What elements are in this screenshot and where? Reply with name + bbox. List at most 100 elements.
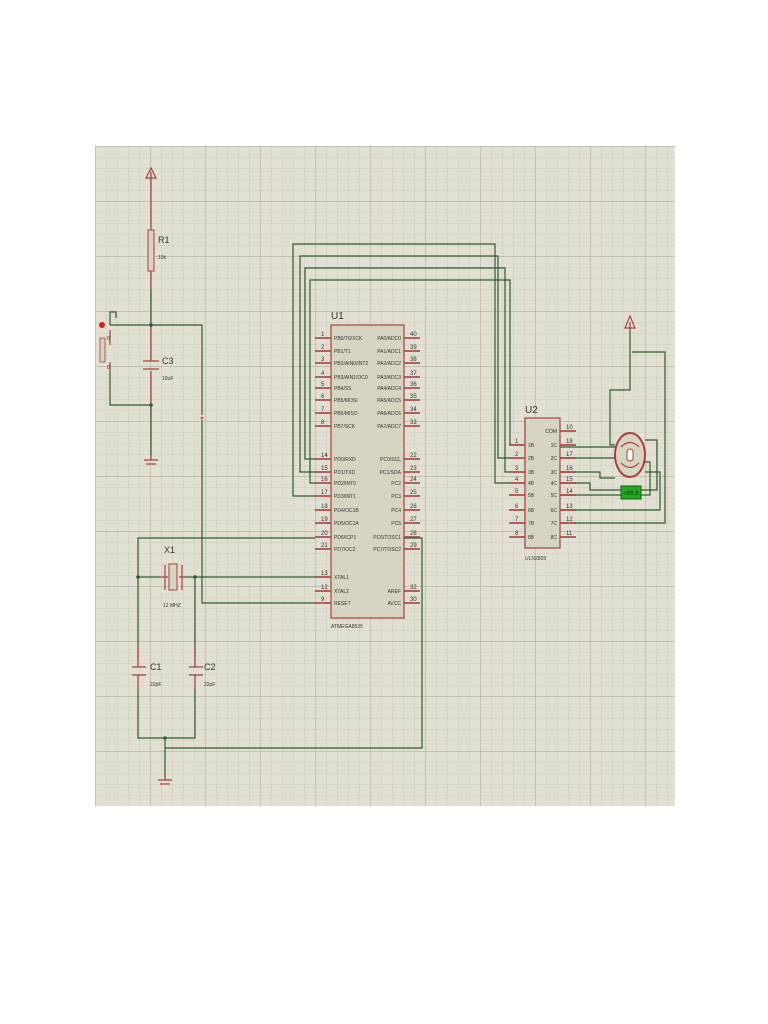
switch-contact-label: 0 [107, 336, 110, 342]
pin-name: RESET [334, 601, 351, 607]
pin-number: 23 [410, 466, 417, 472]
pin-name: 7B [528, 521, 535, 527]
pin-number: 15 [321, 466, 328, 472]
c2-value: 22pF [204, 682, 215, 688]
pin-number: 24 [410, 477, 417, 483]
schematic-canvas[interactable]: R1 10k 0 0 C3 10uF X1 12 MHZ C1 22pF C2 … [0, 0, 768, 1024]
pin-name: PD7/OC2 [334, 547, 356, 553]
pin-number: 40 [410, 332, 417, 338]
pin-name: PC1/SDA [380, 470, 402, 476]
pin-name: XTAL2 [334, 589, 349, 595]
pin-number: 13 [566, 504, 573, 510]
pin-name: PD0/RXD [334, 457, 356, 463]
pin-name: PA7/ADC7 [377, 424, 401, 430]
u2-ref: U2 [525, 405, 538, 416]
pin-name: PD2/INT0 [334, 481, 356, 487]
pin-name: PA2/ADC2 [377, 361, 401, 367]
pin-name: PD4/OC1B [334, 508, 359, 514]
pin-number: 35 [410, 394, 417, 400]
pin-name: PB2/AIN0/INT2 [334, 361, 368, 367]
pin-name: XTAL1 [334, 575, 349, 581]
pin-number: 19 [321, 517, 328, 523]
pin-number: 12 [566, 517, 573, 523]
pin-name: AVCC [387, 601, 401, 607]
pin-name: PC0/SCL [380, 457, 401, 463]
pin-number: 34 [410, 407, 417, 413]
pin-name: PD5/OC1A [334, 521, 359, 527]
pin-number: 26 [410, 504, 417, 510]
pin-number: 36 [410, 382, 417, 388]
pin-name: AREF [388, 589, 401, 595]
pin-number: 12 [321, 585, 328, 591]
pin-number: 27 [410, 517, 417, 523]
button-indicator [99, 322, 105, 328]
pin-number: 22 [410, 453, 417, 459]
u1-ref: U1 [331, 311, 344, 322]
pin-name: PB4/SS [334, 386, 352, 392]
pin-name: 7C [551, 521, 558, 527]
pin-name: PB6/MISO [334, 411, 358, 417]
pin-number: 32 [410, 585, 417, 591]
pin-name: PB0/T0/XCK [334, 336, 363, 342]
pin-name: PC7/TOSC2 [373, 547, 401, 553]
pin-name: PD3/INT1 [334, 494, 356, 500]
pin-number: 37 [410, 371, 417, 377]
pin-number: 17 [321, 490, 328, 496]
pin-number: 21 [321, 543, 328, 549]
pin-number: 10 [566, 425, 573, 431]
pin-name: 3C [551, 470, 558, 476]
pin-number: 30 [410, 597, 417, 603]
pin-name: PB5/MOSI [334, 398, 358, 404]
pin-name: PC6/TOSC1 [373, 535, 401, 541]
pin-name: 1C [551, 443, 558, 449]
switch-contact-label: 0 [107, 365, 110, 371]
u2-part: ULN2803 [525, 556, 546, 562]
pin-number: 15 [566, 477, 573, 483]
pin-name: PD6/ICP1 [334, 535, 356, 541]
r1-value: 10k [158, 255, 167, 261]
pin-name: 1B [528, 443, 535, 449]
c1-value: 22pF [150, 682, 161, 688]
pin-number: 16 [321, 477, 328, 483]
u1-part: ATMEGA8535 [331, 624, 363, 630]
pin-name: PA4/ADC4 [377, 386, 401, 392]
pin-number: 29 [410, 543, 417, 549]
c1-ref: C1 [150, 662, 162, 672]
pin-name: PA1/ADC1 [377, 349, 401, 355]
pin-name: 5B [528, 493, 535, 499]
pin-name: 4C [551, 481, 558, 487]
ic-u1-atmega8535[interactable]: U1 ATMEGA8535 1PB0/T0/XCK2PB1/T13PB2/AIN… [315, 311, 420, 630]
pin-number: 18 [566, 439, 573, 445]
pin-name: COM [545, 429, 557, 435]
motor-readout: +88.8 [623, 491, 639, 497]
pin-number: 14 [566, 489, 573, 495]
pin-number: 16 [566, 466, 573, 472]
pin-number: 33 [410, 420, 417, 426]
pin-name: 8B [528, 535, 535, 541]
pin-number: 38 [410, 357, 417, 363]
pin-name: 6C [551, 508, 558, 514]
pin-name: 3B [528, 470, 535, 476]
pin-name: 8C [551, 535, 558, 541]
c3-value: 10uF [162, 376, 173, 382]
pin-name: PA0/ADC0 [377, 336, 401, 342]
pin-number: 17 [566, 452, 573, 458]
pin-name: 4B [528, 481, 535, 487]
pin-name: PB1/T1 [334, 349, 351, 355]
pin-number: 20 [321, 531, 328, 537]
pin-name: PA6/ADC6 [377, 411, 401, 417]
x1-ref: X1 [164, 545, 175, 555]
pin-name: 2B [528, 456, 535, 462]
pin-number: 11 [566, 531, 573, 537]
pin-number: 39 [410, 345, 417, 351]
pin-number: 14 [321, 453, 328, 459]
pin-number: 13 [321, 571, 328, 577]
pin-name: PC2 [391, 481, 401, 487]
pin-name: PA5/ADC5 [377, 398, 401, 404]
pin-name: 6B [528, 508, 535, 514]
pin-number: 25 [410, 490, 417, 496]
pin-name: PB7/SCK [334, 424, 356, 430]
r1-ref: R1 [158, 235, 170, 245]
pin-number: 18 [321, 504, 328, 510]
pin-number: 28 [410, 531, 417, 537]
